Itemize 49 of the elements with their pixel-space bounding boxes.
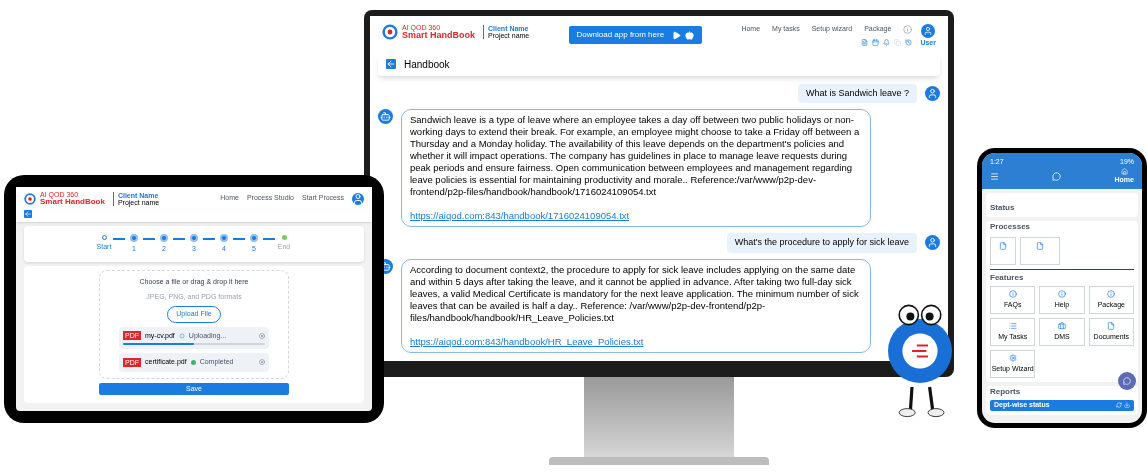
history-icon[interactable] bbox=[905, 38, 913, 46]
section-title: Reports bbox=[990, 386, 1022, 398]
chat-icon bbox=[1123, 377, 1131, 385]
user-message: What's the procedure to apply for sick leave bbox=[726, 233, 917, 253]
bot-avatar-icon bbox=[378, 109, 393, 124]
reference-link[interactable]: https://aiqod.com:843/handbook/1716024109054.txt bbox=[410, 210, 862, 222]
menu-icon[interactable] bbox=[990, 171, 999, 181]
feature-icon bbox=[1008, 353, 1017, 362]
user-message: What is Sandwich leave ? bbox=[797, 83, 917, 103]
document-icon bbox=[999, 242, 1007, 250]
chat-bubble-button[interactable] bbox=[1118, 372, 1136, 390]
feature-icon bbox=[1058, 289, 1066, 298]
brand-name: Smart HandBook bbox=[402, 31, 475, 40]
feature-icon bbox=[1008, 289, 1017, 298]
copy-icon[interactable] bbox=[894, 38, 902, 46]
section-title: Features bbox=[990, 272, 1025, 284]
info-icon[interactable] bbox=[903, 24, 913, 34]
spinner-icon bbox=[178, 332, 185, 339]
home-icon[interactable] bbox=[1120, 167, 1128, 175]
calendar-icon[interactable] bbox=[872, 38, 880, 46]
section-title: Status bbox=[990, 203, 1015, 212]
answer-text: Sandwich leave is a type of leave where an employee takes a day off between two public holidays or non-working days to extend their break. For example, an employee might choose to take a Friday off between a Thursday and a Monday holiday. The availability of this leave depends on the department's policies and whether it will impact operations. The company has guidelines in place to manage leave requests during peak periods and ensure fairness. Open communication between employees and management regarding leave policies is essential for maintaining productivity and morale.. Reference:/var/www/p2p-dev-frontend/p2p-files/handbook/handbook/1716024109054.txt bbox=[410, 114, 861, 198]
user-avatar-icon[interactable] bbox=[352, 192, 364, 205]
remove-icon[interactable] bbox=[259, 359, 265, 366]
remove-icon[interactable] bbox=[259, 332, 265, 339]
document-icon[interactable] bbox=[861, 38, 869, 46]
download-app-button[interactable]: Download app from here bbox=[568, 26, 703, 44]
feature-icon bbox=[1107, 289, 1116, 298]
download-icon[interactable] bbox=[1124, 402, 1130, 409]
user-avatar-icon[interactable] bbox=[921, 24, 936, 38]
feature-icon bbox=[1107, 321, 1116, 330]
brand-name: Smart HandBook bbox=[40, 198, 105, 206]
feature-icon bbox=[1008, 321, 1017, 330]
document-icon bbox=[1036, 242, 1044, 250]
reference-link[interactable]: https://aiqod.com:843/handbook/HR_Leave_Policies.txt bbox=[410, 335, 862, 348]
process-tile[interactable] bbox=[990, 237, 1016, 265]
answer-text: According to document context2, the procedure to apply for sick leave includes applying on the same date and within 5 days after taking the leave, and it cannot be applied in advance. After taking two full-day sick leaves, a valid Medical Certificate is mandatory for the next leave application. The minimum number of sick leaves that can be availed is half a day.. Reference: /var/www/p2p-dev-frontend/p2p-files/handbook/handbook/HR_Leave_Policies.txt bbox=[410, 263, 860, 324]
user-avatar-icon bbox=[925, 85, 940, 101]
back-icon[interactable] bbox=[24, 210, 32, 218]
feature-icon bbox=[1058, 321, 1066, 330]
user-avatar-icon bbox=[925, 235, 940, 251]
page-title: Handbook bbox=[404, 57, 450, 72]
section-title: Processes bbox=[990, 221, 1032, 233]
apple-icon bbox=[685, 30, 695, 40]
process-tile[interactable] bbox=[1020, 237, 1060, 265]
back-icon[interactable] bbox=[386, 59, 396, 69]
play-store-icon bbox=[672, 30, 682, 40]
refresh-icon[interactable] bbox=[1116, 402, 1122, 409]
bell-icon[interactable] bbox=[883, 38, 891, 46]
